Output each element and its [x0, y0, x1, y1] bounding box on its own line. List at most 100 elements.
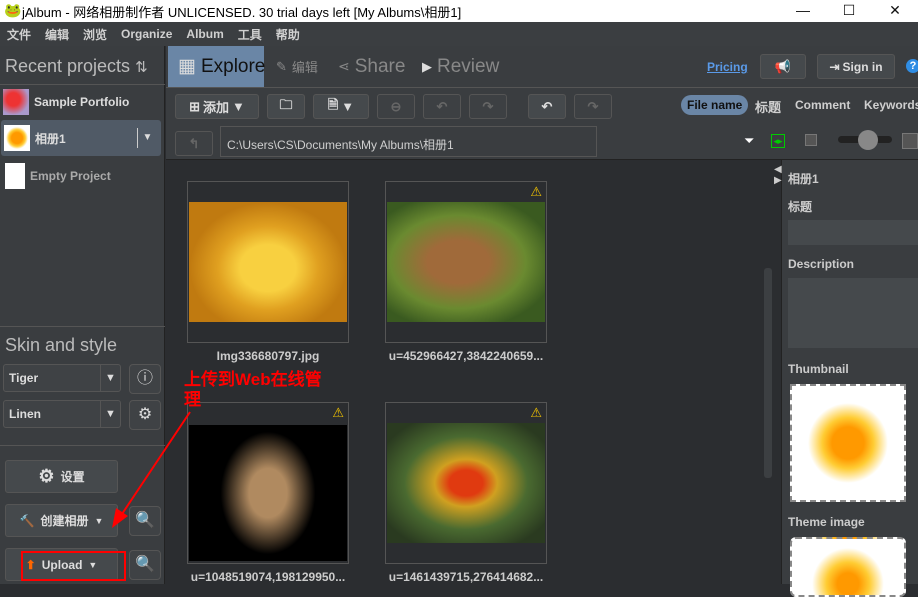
tab-explore[interactable]: ▦ Explore: [168, 46, 265, 87]
sort-keywords[interactable]: Keywords: [864, 98, 918, 112]
menu-bar: 文件 编辑 浏览 Organize Album 工具 帮助: [0, 22, 918, 46]
tab-label: Review: [437, 55, 500, 77]
thumbnail-caption: u=452966427,3842240659...: [388, 349, 544, 363]
album-thumbnail[interactable]: [790, 384, 906, 502]
scrollbar-thumb[interactable]: [764, 268, 772, 478]
path-field[interactable]: C:\Users\CS\Documents\My Albums\相册1: [220, 126, 597, 157]
new-page-icon: 🗎: [327, 96, 339, 112]
thumbnail-item[interactable]: ⚠: [187, 402, 349, 564]
new-folder-icon: 🗀: [279, 96, 293, 112]
tab-edit[interactable]: ✎ 编辑: [276, 46, 318, 87]
chevron-down-icon: ▼: [100, 365, 120, 391]
empty-page-icon: [5, 163, 25, 189]
annotation-text: 上传到Web在线管理: [184, 370, 322, 409]
minus-circle-icon: ⊖: [390, 98, 402, 114]
annotation-highlight-box: [21, 551, 126, 581]
project-name: 相册1: [35, 131, 66, 146]
skin-style-heading: Skin and style: [5, 335, 118, 355]
maximize-button[interactable]: ☐: [826, 0, 872, 22]
add-button[interactable]: ⊞ 添加 ▼: [175, 94, 259, 119]
new-text-button[interactable]: 🗎 ▼: [313, 94, 369, 119]
browse-online-button[interactable]: 🔍: [129, 550, 161, 580]
thumbnail-item[interactable]: ⚠: [385, 181, 547, 343]
path-row: ↰ C:\Users\CS\Documents\My Albums\相册1 ⏷ …: [166, 124, 918, 160]
help-icon[interactable]: ?: [906, 59, 918, 73]
thumbnail-item[interactable]: ⚠: [385, 402, 547, 564]
sign-in-label: Sign in: [842, 59, 883, 74]
skin-info-button[interactable]: ⓘ: [129, 364, 161, 394]
split-view-icon[interactable]: ◂▸: [771, 134, 785, 148]
theme-image[interactable]: [790, 537, 906, 597]
thumbnail-item[interactable]: [187, 181, 349, 343]
menu-edit[interactable]: 编辑: [45, 26, 69, 43]
cheetah-cub-image: [189, 425, 347, 561]
recent-projects-heading: Recent projects: [5, 56, 131, 76]
sort-comment[interactable]: Comment: [795, 98, 850, 112]
menu-tools[interactable]: 工具: [238, 26, 262, 43]
project-empty[interactable]: Empty Project: [0, 158, 160, 194]
thumbnail-caption: Img336680797.jpg: [216, 349, 320, 363]
rotate-right-button[interactable]: ↷: [469, 94, 507, 119]
title-field[interactable]: [788, 220, 918, 245]
zoom-icon: 🔍: [135, 556, 155, 573]
redo-button[interactable]: ↷: [574, 94, 612, 119]
sign-in-button[interactable]: ⇥ Sign in: [817, 54, 895, 79]
project-sample-portfolio[interactable]: Sample Portfolio: [0, 84, 160, 120]
up-arrow-icon: ↰: [188, 135, 200, 151]
slider-handle[interactable]: [857, 130, 878, 150]
filter-icon[interactable]: ⏷: [744, 133, 754, 149]
collapse-panel-icon[interactable]: ◀ ▶: [774, 164, 782, 186]
duckling-image: [189, 202, 347, 322]
grid-scrollbar[interactable]: [763, 160, 773, 584]
menu-organize[interactable]: Organize: [121, 27, 172, 41]
new-folder-button[interactable]: 🗀: [267, 94, 305, 119]
warning-icon: ⚠: [332, 405, 344, 420]
pricing-link[interactable]: Pricing: [707, 60, 748, 74]
menu-view[interactable]: 浏览: [83, 26, 107, 43]
sort-icon[interactable]: ⇅: [135, 59, 148, 76]
info-icon: ⓘ: [136, 370, 153, 387]
warning-icon: ⚠: [530, 184, 542, 199]
sort-title[interactable]: 标题: [755, 97, 781, 116]
properties-panel: ◀ ▶ 相册1 标题 Description Thumbnail Theme im…: [774, 160, 918, 597]
description-field[interactable]: [788, 278, 918, 348]
rotate-right-icon: ↷: [482, 98, 494, 114]
tab-share[interactable]: ⋖ Share: [338, 46, 405, 87]
tab-review[interactable]: ▶ Review: [422, 46, 499, 87]
album-name: 相册1: [788, 172, 819, 186]
thumbnail-label: Thumbnail: [788, 362, 849, 376]
share-icon: ⋖: [338, 58, 350, 74]
add-label: 添加: [203, 100, 230, 115]
thumb-size-slider[interactable]: [838, 130, 892, 150]
close-button[interactable]: ✕: [872, 0, 918, 22]
toolbar: ⊞ 添加 ▼ 🗀 🗎 ▼ ⊖ ↶ ↷ ↶ ↷ File name 标题 Comment…: [166, 88, 918, 124]
skin-select[interactable]: Tiger ▼: [3, 364, 121, 392]
window-title: jAlbum - 网络相册制作者 UNLICENSED. 30 trial da…: [22, 4, 462, 20]
sort-file-name[interactable]: File name: [681, 95, 749, 115]
title-label: 标题: [788, 200, 813, 214]
redo-icon: ↷: [587, 98, 599, 114]
main-tabs: ▦ Explore ✎ 编辑 ⋖ Share ▶ Review Pricing 📢 ⇥ S…: [166, 46, 918, 88]
project-name: Sample Portfolio: [34, 95, 130, 109]
squirrel-image: [387, 202, 545, 322]
skin-value: Tiger: [9, 371, 39, 385]
grid-icon: ▦: [178, 56, 196, 77]
large-thumb-icon: [902, 133, 918, 149]
news-button[interactable]: 📢: [760, 54, 806, 79]
theme-image-label: Theme image: [788, 515, 865, 529]
rotate-left-icon: ↶: [436, 98, 448, 114]
minimize-button[interactable]: —: [780, 0, 826, 22]
rotate-left-button[interactable]: ↶: [423, 94, 461, 119]
menu-file[interactable]: 文件: [7, 26, 31, 43]
up-folder-button[interactable]: ↰: [175, 131, 213, 156]
make-label: 创建相册: [40, 514, 89, 528]
warning-icon: ⚠: [530, 405, 542, 420]
pencil-icon: ✎: [276, 58, 287, 74]
project-dropdown-icon[interactable]: ▼: [137, 128, 157, 148]
menu-help[interactable]: 帮助: [276, 26, 300, 43]
remove-button[interactable]: ⊖: [377, 94, 415, 119]
undo-button[interactable]: ↶: [528, 94, 566, 119]
menu-album[interactable]: Album: [186, 27, 223, 41]
project-album1[interactable]: 相册1 ▼: [1, 120, 161, 156]
title-bar: 🐸 jAlbum - 网络相册制作者 UNLICENSED. 30 trial …: [0, 0, 918, 22]
